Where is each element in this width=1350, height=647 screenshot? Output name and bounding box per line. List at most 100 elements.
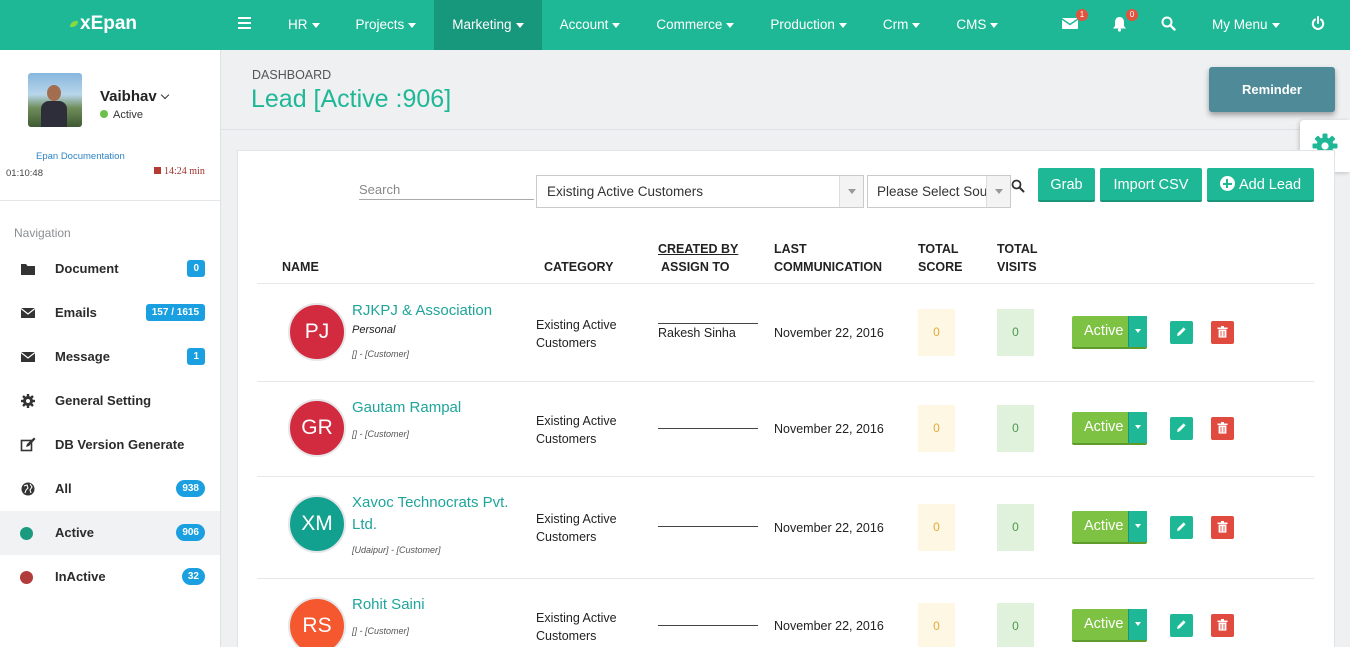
trash-icon: [1217, 619, 1228, 631]
source-select[interactable]: Please Select Sou...: [867, 175, 1011, 208]
count-badge: 938: [176, 480, 205, 497]
nav-crm[interactable]: Crm: [865, 0, 939, 50]
sidebar-item-db-version-generate[interactable]: DB Version Generate: [0, 423, 220, 467]
lead-category: Existing Active Customers: [536, 512, 617, 544]
grab-button[interactable]: Grab: [1038, 168, 1095, 202]
delete-button[interactable]: [1211, 516, 1234, 539]
header-category[interactable]: CATEGORY: [544, 258, 613, 276]
pencil-icon: [1177, 522, 1186, 531]
lead-last-communication: November 22, 2016: [774, 619, 884, 633]
user-status: Active: [100, 109, 143, 121]
navigation-heading: Navigation: [14, 226, 71, 240]
lead-assign-to: [658, 625, 758, 628]
divider: [221, 129, 1350, 130]
search-icon[interactable]: [1011, 179, 1025, 193]
status-dropdown-button[interactable]: Active: [1072, 511, 1147, 544]
count-badge: 0: [187, 260, 205, 277]
count-badge: 906: [176, 524, 205, 541]
caret-down-icon: [838, 22, 847, 28]
header-name[interactable]: NAME: [282, 258, 319, 276]
edit-button[interactable]: [1170, 516, 1193, 539]
caret-down-icon[interactable]: [1128, 609, 1147, 640]
notification-count-badge: 0: [1126, 9, 1138, 21]
edit-button[interactable]: [1170, 614, 1193, 637]
my-menu[interactable]: My Menu: [1212, 0, 1280, 50]
import-csv-button[interactable]: Import CSV: [1100, 168, 1202, 202]
mail-icon[interactable]: 1: [1061, 9, 1088, 34]
search-input[interactable]: Search: [359, 182, 534, 200]
lead-visits: 0: [997, 603, 1034, 647]
nav-hr[interactable]: HR: [270, 0, 338, 50]
sidebar-item-emails[interactable]: Emails 157 / 1615: [0, 291, 220, 335]
clock-time: 01:10:48: [6, 168, 43, 179]
sidebar-item-inactive[interactable]: InActive 32: [0, 555, 220, 599]
category-select[interactable]: Existing Active Customers: [536, 175, 864, 208]
lead-assign-to: [658, 428, 758, 431]
lead-assign-to: Rakesh Sinha: [658, 323, 758, 340]
caret-down-icon: [612, 22, 621, 28]
hamburger-menu-icon[interactable]: [238, 17, 251, 33]
header-created-by[interactable]: CREATED BY: [658, 240, 738, 258]
delete-button[interactable]: [1211, 321, 1234, 344]
nav-cms[interactable]: CMS: [938, 0, 1016, 50]
lead-score: 0: [918, 309, 955, 356]
pencil-icon: [1177, 327, 1186, 336]
documentation-link[interactable]: Epan Documentation: [36, 151, 125, 162]
caret-down-icon: [726, 22, 735, 28]
status-dropdown-button[interactable]: Active: [1072, 316, 1147, 349]
header-last: LAST: [774, 242, 807, 256]
nav-marketing[interactable]: Marketing: [434, 0, 542, 50]
delete-button[interactable]: [1211, 417, 1234, 440]
caret-down-icon[interactable]: [1128, 412, 1147, 443]
status-dropdown-button[interactable]: Active: [1072, 412, 1147, 445]
header-communication[interactable]: COMMUNICATION: [774, 258, 882, 276]
lead-name-link[interactable]: Gautam Rampal: [352, 397, 522, 419]
caret-down-icon[interactable]: [1128, 316, 1147, 347]
trash-icon: [1217, 326, 1228, 338]
count-badge: 157 / 1615: [145, 304, 205, 321]
edit-button[interactable]: [1170, 417, 1193, 440]
plus-circle-icon: [1219, 176, 1235, 191]
app-logo[interactable]: xEpan: [70, 13, 137, 35]
count-badge: 32: [181, 568, 205, 585]
trash-icon: [1217, 521, 1228, 533]
lead-last-communication: November 22, 2016: [774, 521, 884, 535]
nav-production[interactable]: Production: [752, 0, 865, 50]
lead-name-link[interactable]: Xavoc Technocrats Pvt. Ltd.: [352, 492, 522, 536]
caret-down-icon[interactable]: [1128, 511, 1147, 542]
lead-name-link[interactable]: RJKPJ & Association: [352, 300, 522, 322]
reminder-button[interactable]: Reminder: [1209, 67, 1335, 112]
status-dropdown-button[interactable]: Active: [1072, 609, 1147, 642]
dropdown-arrow-icon: [839, 176, 863, 207]
user-avatar[interactable]: [28, 73, 82, 127]
header-score[interactable]: SCORE: [918, 258, 962, 276]
envelope-icon: [20, 308, 36, 318]
top-navbar: xEpan HR Projects Marketing Account Comm…: [0, 0, 1350, 50]
nav-projects[interactable]: Projects: [338, 0, 435, 50]
add-lead-button[interactable]: Add Lead: [1207, 168, 1314, 202]
header-assign-to[interactable]: ASSIGN TO: [661, 258, 730, 276]
sidebar-item-active[interactable]: Active 906: [0, 511, 220, 555]
search-icon[interactable]: [1161, 16, 1179, 34]
bell-icon[interactable]: 0: [1112, 9, 1138, 34]
header-visits[interactable]: VISITS: [997, 258, 1037, 276]
gear-icon: [21, 394, 35, 408]
lead-visits: 0: [997, 504, 1034, 551]
sidebar-item-document[interactable]: Document 0: [0, 247, 220, 291]
lead-meta: [] - [Customer]: [352, 626, 410, 636]
nav-commerce[interactable]: Commerce: [638, 0, 752, 50]
power-icon[interactable]: [1311, 16, 1329, 34]
nav-account[interactable]: Account: [542, 0, 639, 50]
delete-button[interactable]: [1211, 614, 1234, 637]
caret-down-icon: [408, 22, 417, 28]
edit-button[interactable]: [1170, 321, 1193, 344]
sidebar-item-all[interactable]: All 938: [0, 467, 220, 511]
online-dot-icon: [100, 110, 108, 118]
lead-name-link[interactable]: Rohit Saini: [352, 594, 522, 616]
sidebar-item-general-setting[interactable]: General Setting: [0, 379, 220, 423]
lead-avatar: XM: [288, 495, 346, 553]
user-name-dropdown[interactable]: Vaibhav: [100, 88, 169, 105]
sidebar-item-message[interactable]: Message 1: [0, 335, 220, 379]
lead-category: Existing Active Customers: [536, 611, 617, 643]
table-row: PJ RJKPJ & Association Personal [] - [Cu…: [257, 284, 1314, 382]
